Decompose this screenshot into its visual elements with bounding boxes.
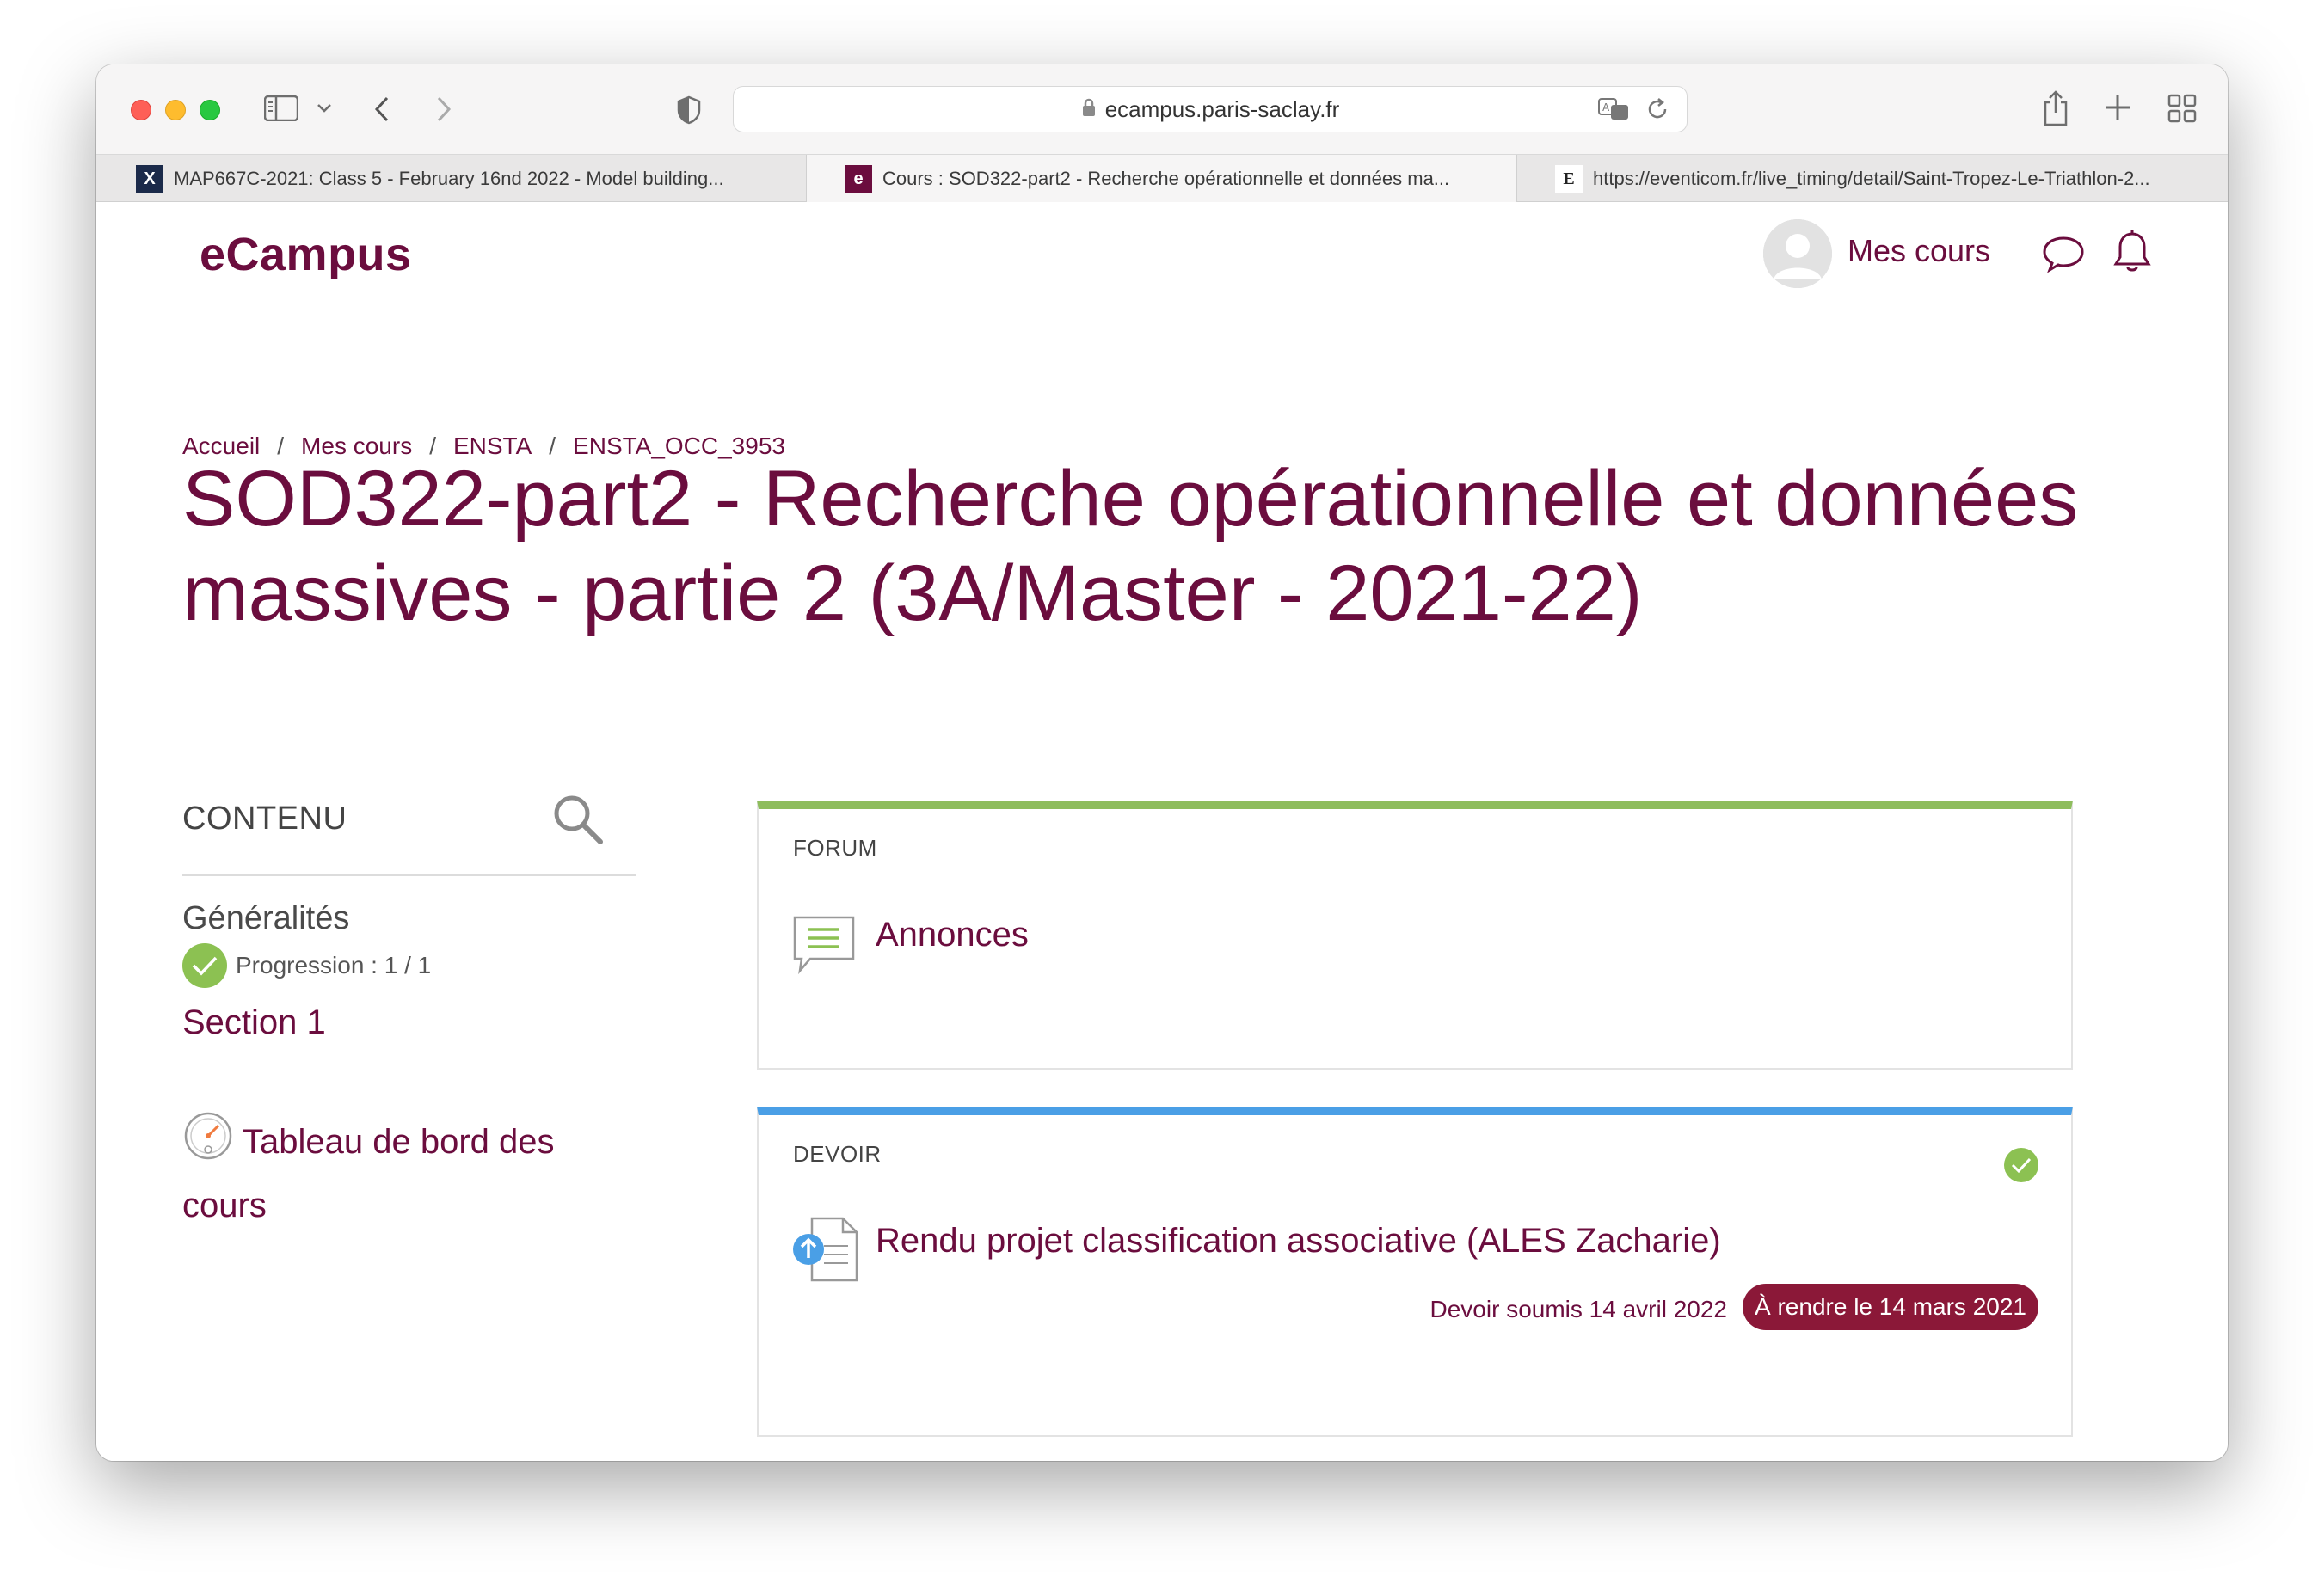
activity-type-label: DEVOIR [793, 1141, 882, 1167]
avatar[interactable] [1763, 219, 1832, 288]
due-date-badge: À rendre le 14 mars 2021 [1743, 1284, 2038, 1330]
section-generalites[interactable]: Généralités [182, 900, 349, 937]
dashboard-gauge-icon [182, 1110, 234, 1178]
page-content: eCampus Mes cours Accueil / Mes cours / … [96, 202, 2228, 1461]
activity-card-forum: FORUM Annonces [757, 801, 2073, 1070]
tab-label: Cours : SOD322-part2 - Recherche opérati… [882, 168, 1450, 189]
section-1-link[interactable]: Section 1 [182, 1003, 326, 1042]
forum-icon [791, 914, 857, 980]
tab-overview-icon[interactable] [2167, 94, 2197, 123]
section-progress: Progression : 1 / 1 [182, 943, 431, 988]
reload-icon[interactable] [1647, 97, 1669, 127]
svg-text:A: A [1602, 101, 1610, 114]
address-bar[interactable]: ecampus.paris-saclay.fr A [733, 86, 1688, 132]
assignment-upload-icon [791, 1215, 864, 1288]
search-icon[interactable] [550, 792, 606, 851]
tab-label: MAP667C-2021: Class 5 - February 16nd 20… [174, 168, 724, 189]
tab-ecampus-course[interactable]: e Cours : SOD322-part2 - Recherche opéra… [807, 155, 1517, 203]
done-check-icon [2004, 1148, 2038, 1182]
completion-check-icon [182, 943, 227, 988]
eventicom-favicon-icon: E [1555, 165, 1583, 193]
messages-icon[interactable] [2042, 235, 2085, 277]
course-index-heading: CONTENU [182, 801, 347, 837]
submission-status: Devoir soumis 14 avril 2022 [1429, 1296, 1728, 1322]
dashboard-label: Tableau de bord des cours [182, 1123, 555, 1224]
dashboard-link[interactable]: Tableau de bord des cours [182, 1110, 630, 1233]
zoom-window-button[interactable] [200, 100, 220, 120]
minimize-window-button[interactable] [165, 100, 186, 120]
tab-bar: X MAP667C-2021: Class 5 - February 16nd … [96, 154, 2228, 203]
tab-map667c[interactable]: X MAP667C-2021: Class 5 - February 16nd … [96, 155, 807, 203]
tab-label: https://eventicom.fr/live_timing/detail/… [1593, 168, 2150, 189]
url-text: ecampus.paris-saclay.fr [1104, 95, 1340, 122]
translate-icon[interactable]: A [1597, 97, 1630, 127]
ecampus-favicon-icon: e [845, 165, 872, 193]
forward-icon[interactable] [435, 95, 452, 123]
assignment-link[interactable]: Rendu projet classification associative … [876, 1222, 1721, 1261]
lock-icon [1081, 96, 1097, 123]
x-favicon-icon: X [136, 165, 163, 193]
browser-toolbar: ecampus.paris-saclay.fr A [96, 64, 2228, 154]
share-icon[interactable] [2042, 90, 2069, 126]
annonces-link[interactable]: Annonces [876, 916, 1029, 954]
notifications-bell-icon[interactable] [2112, 230, 2152, 279]
ecampus-logo[interactable]: eCampus [200, 228, 412, 281]
new-tab-icon[interactable] [2104, 94, 2131, 121]
activity-card-devoir: DEVOIR Rendu projet classification assoc… [757, 1107, 2073, 1437]
tab-eventicom[interactable]: E https://eventicom.fr/live_timing/detai… [1517, 155, 2228, 203]
sidebar-toggle-icon[interactable] [264, 95, 298, 121]
progress-label: Progression : 1 / 1 [236, 952, 432, 979]
mes-cours-link[interactable]: Mes cours [1848, 233, 1990, 269]
chevron-down-icon[interactable] [317, 102, 332, 114]
browser-window: ecampus.paris-saclay.fr A X MAP667C-2021… [96, 64, 2228, 1461]
close-window-button[interactable] [131, 100, 151, 120]
privacy-shield-icon[interactable] [676, 95, 702, 125]
activity-type-label: FORUM [793, 835, 877, 861]
page-title: SOD322-part2 - Recherche opérationnelle … [182, 455, 2079, 637]
back-icon[interactable] [373, 95, 390, 123]
divider [182, 874, 636, 876]
